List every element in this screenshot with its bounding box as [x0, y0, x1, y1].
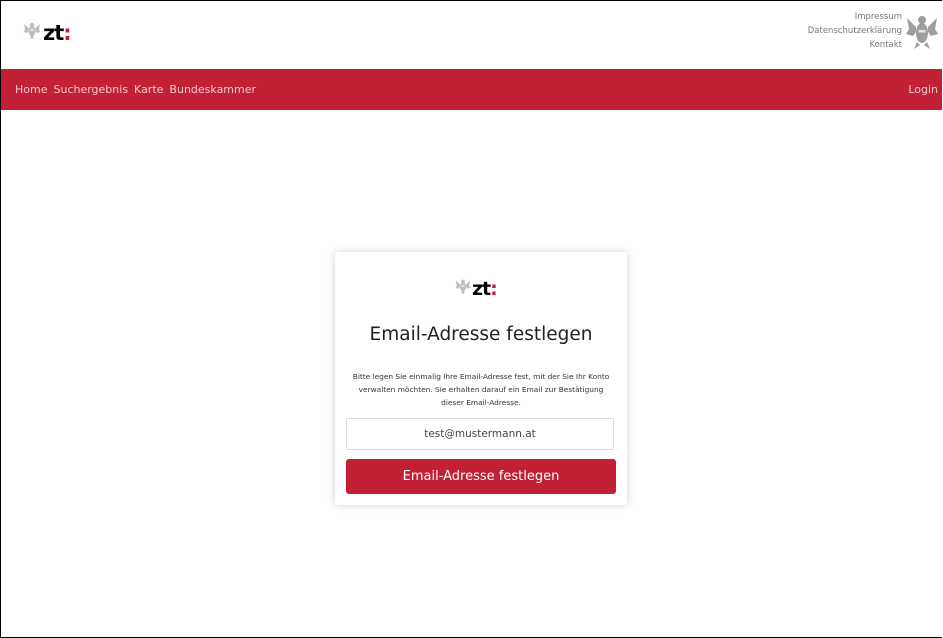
austrian-eagle-icon [455, 278, 471, 294]
datenschutz-link[interactable]: Datenschutzerklärung [808, 24, 902, 38]
card-logo-text: zt: [472, 278, 498, 300]
card-logo: zt: [455, 272, 498, 300]
email-field[interactable] [346, 418, 614, 450]
nav-login-link[interactable]: Login [908, 69, 938, 110]
header-links: Impressum Datenschutzerklärung Kontakt [808, 10, 902, 52]
austrian-eagle-icon [905, 11, 939, 55]
card-title: Email-Adresse festlegen [369, 324, 593, 345]
card-description: Bitte legen Sie einmalig Ihre Email-Adre… [352, 372, 610, 407]
kontakt-link[interactable]: Kontakt [808, 38, 902, 52]
impressum-link[interactable]: Impressum [808, 10, 902, 24]
nav-item-suchergebnis[interactable]: Suchergebnis [53, 83, 128, 96]
austrian-eagle-icon [23, 21, 41, 39]
nav-items: Home Suchergebnis Karte Bundeskammer [15, 69, 262, 110]
email-setup-card: zt: Email-Adresse festlegen Bitte legen … [335, 252, 627, 505]
zt-logo[interactable]: zt: [23, 15, 72, 45]
page-frame: zt: Impressum Datenschutzerklärung Konta… [0, 0, 942, 638]
nav-item-bundeskammer[interactable]: Bundeskammer [169, 83, 256, 96]
main-navbar: Home Suchergebnis Karte Bundeskammer Log… [1, 69, 942, 110]
nav-item-karte[interactable]: Karte [134, 83, 163, 96]
nav-item-home[interactable]: Home [15, 83, 47, 96]
zt-logo-text: zt: [43, 21, 72, 45]
top-header: zt: Impressum Datenschutzerklärung Konta… [1, 1, 942, 69]
set-email-button[interactable]: Email-Adresse festlegen [346, 459, 616, 494]
